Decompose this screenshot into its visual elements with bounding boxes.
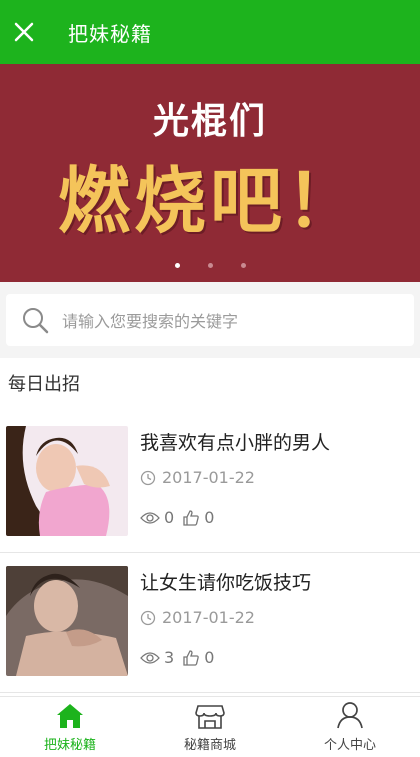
article-date-text: 2017-01-22 xyxy=(162,468,255,487)
thumbs-up-icon[interactable] xyxy=(182,649,200,667)
tab-home[interactable]: 把妹秘籍 xyxy=(0,697,140,757)
article-stats: 3 0 xyxy=(140,648,222,667)
like-count: 0 xyxy=(204,648,215,667)
page-title: 把妹秘籍 xyxy=(68,21,152,46)
clock-icon xyxy=(140,610,156,625)
promo-banner[interactable]: 光棍们 燃烧吧！ xyxy=(0,64,420,282)
carousel-dot[interactable] xyxy=(174,263,180,268)
bottom-tab-bar: 把妹秘籍 秘籍商城 个人中心 xyxy=(0,696,420,757)
article-date-text: 2017-01-22 xyxy=(162,608,255,627)
thumbs-up-icon[interactable] xyxy=(182,509,200,527)
carousel-dots xyxy=(0,263,420,268)
clock-icon xyxy=(140,470,156,485)
article-date: 2017-01-22 xyxy=(140,608,255,627)
article-date: 2017-01-22 xyxy=(140,468,255,487)
banner-headline: 燃烧吧！ xyxy=(57,159,362,243)
search-icon xyxy=(23,308,49,334)
view-count: 0 xyxy=(164,508,175,527)
article-stats: 0 0 xyxy=(140,508,222,527)
section-title: 每日出招 xyxy=(8,374,80,395)
article-title: 让女生请你吃饭技巧 xyxy=(140,572,312,594)
close-button[interactable] xyxy=(4,0,44,64)
view-count: 3 xyxy=(164,648,175,667)
search-section: 请输入您要搜索的关键字 xyxy=(0,282,420,358)
search-placeholder: 请输入您要搜索的关键字 xyxy=(62,312,239,331)
app-header: 把妹秘籍 xyxy=(0,0,420,64)
tab-store[interactable]: 秘籍商城 xyxy=(140,697,280,757)
like-count: 0 xyxy=(204,508,215,527)
tab-profile[interactable]: 个人中心 xyxy=(280,697,420,757)
tab-label: 个人中心 xyxy=(323,738,376,753)
list-item[interactable]: 我喜欢有点小胖的男人 2017-01-22 0 0 xyxy=(0,412,420,553)
close-icon xyxy=(14,22,34,42)
store-icon xyxy=(195,705,225,729)
carousel-dot[interactable] xyxy=(207,263,213,268)
user-icon xyxy=(337,702,363,729)
eye-icon xyxy=(140,511,160,524)
list-item[interactable]: 让女生请你吃饭技巧 2017-01-22 3 0 xyxy=(0,552,420,693)
tab-label: 把妹秘籍 xyxy=(43,738,96,753)
eye-icon xyxy=(140,651,160,664)
article-thumbnail xyxy=(6,426,128,536)
home-icon xyxy=(57,704,83,728)
search-input[interactable]: 请输入您要搜索的关键字 xyxy=(6,294,414,346)
tab-label: 秘籍商城 xyxy=(183,738,236,753)
article-title: 我喜欢有点小胖的男人 xyxy=(140,432,331,454)
article-thumbnail xyxy=(6,566,128,676)
carousel-dot[interactable] xyxy=(240,263,246,268)
banner-subtitle: 光棍们 xyxy=(152,101,267,142)
